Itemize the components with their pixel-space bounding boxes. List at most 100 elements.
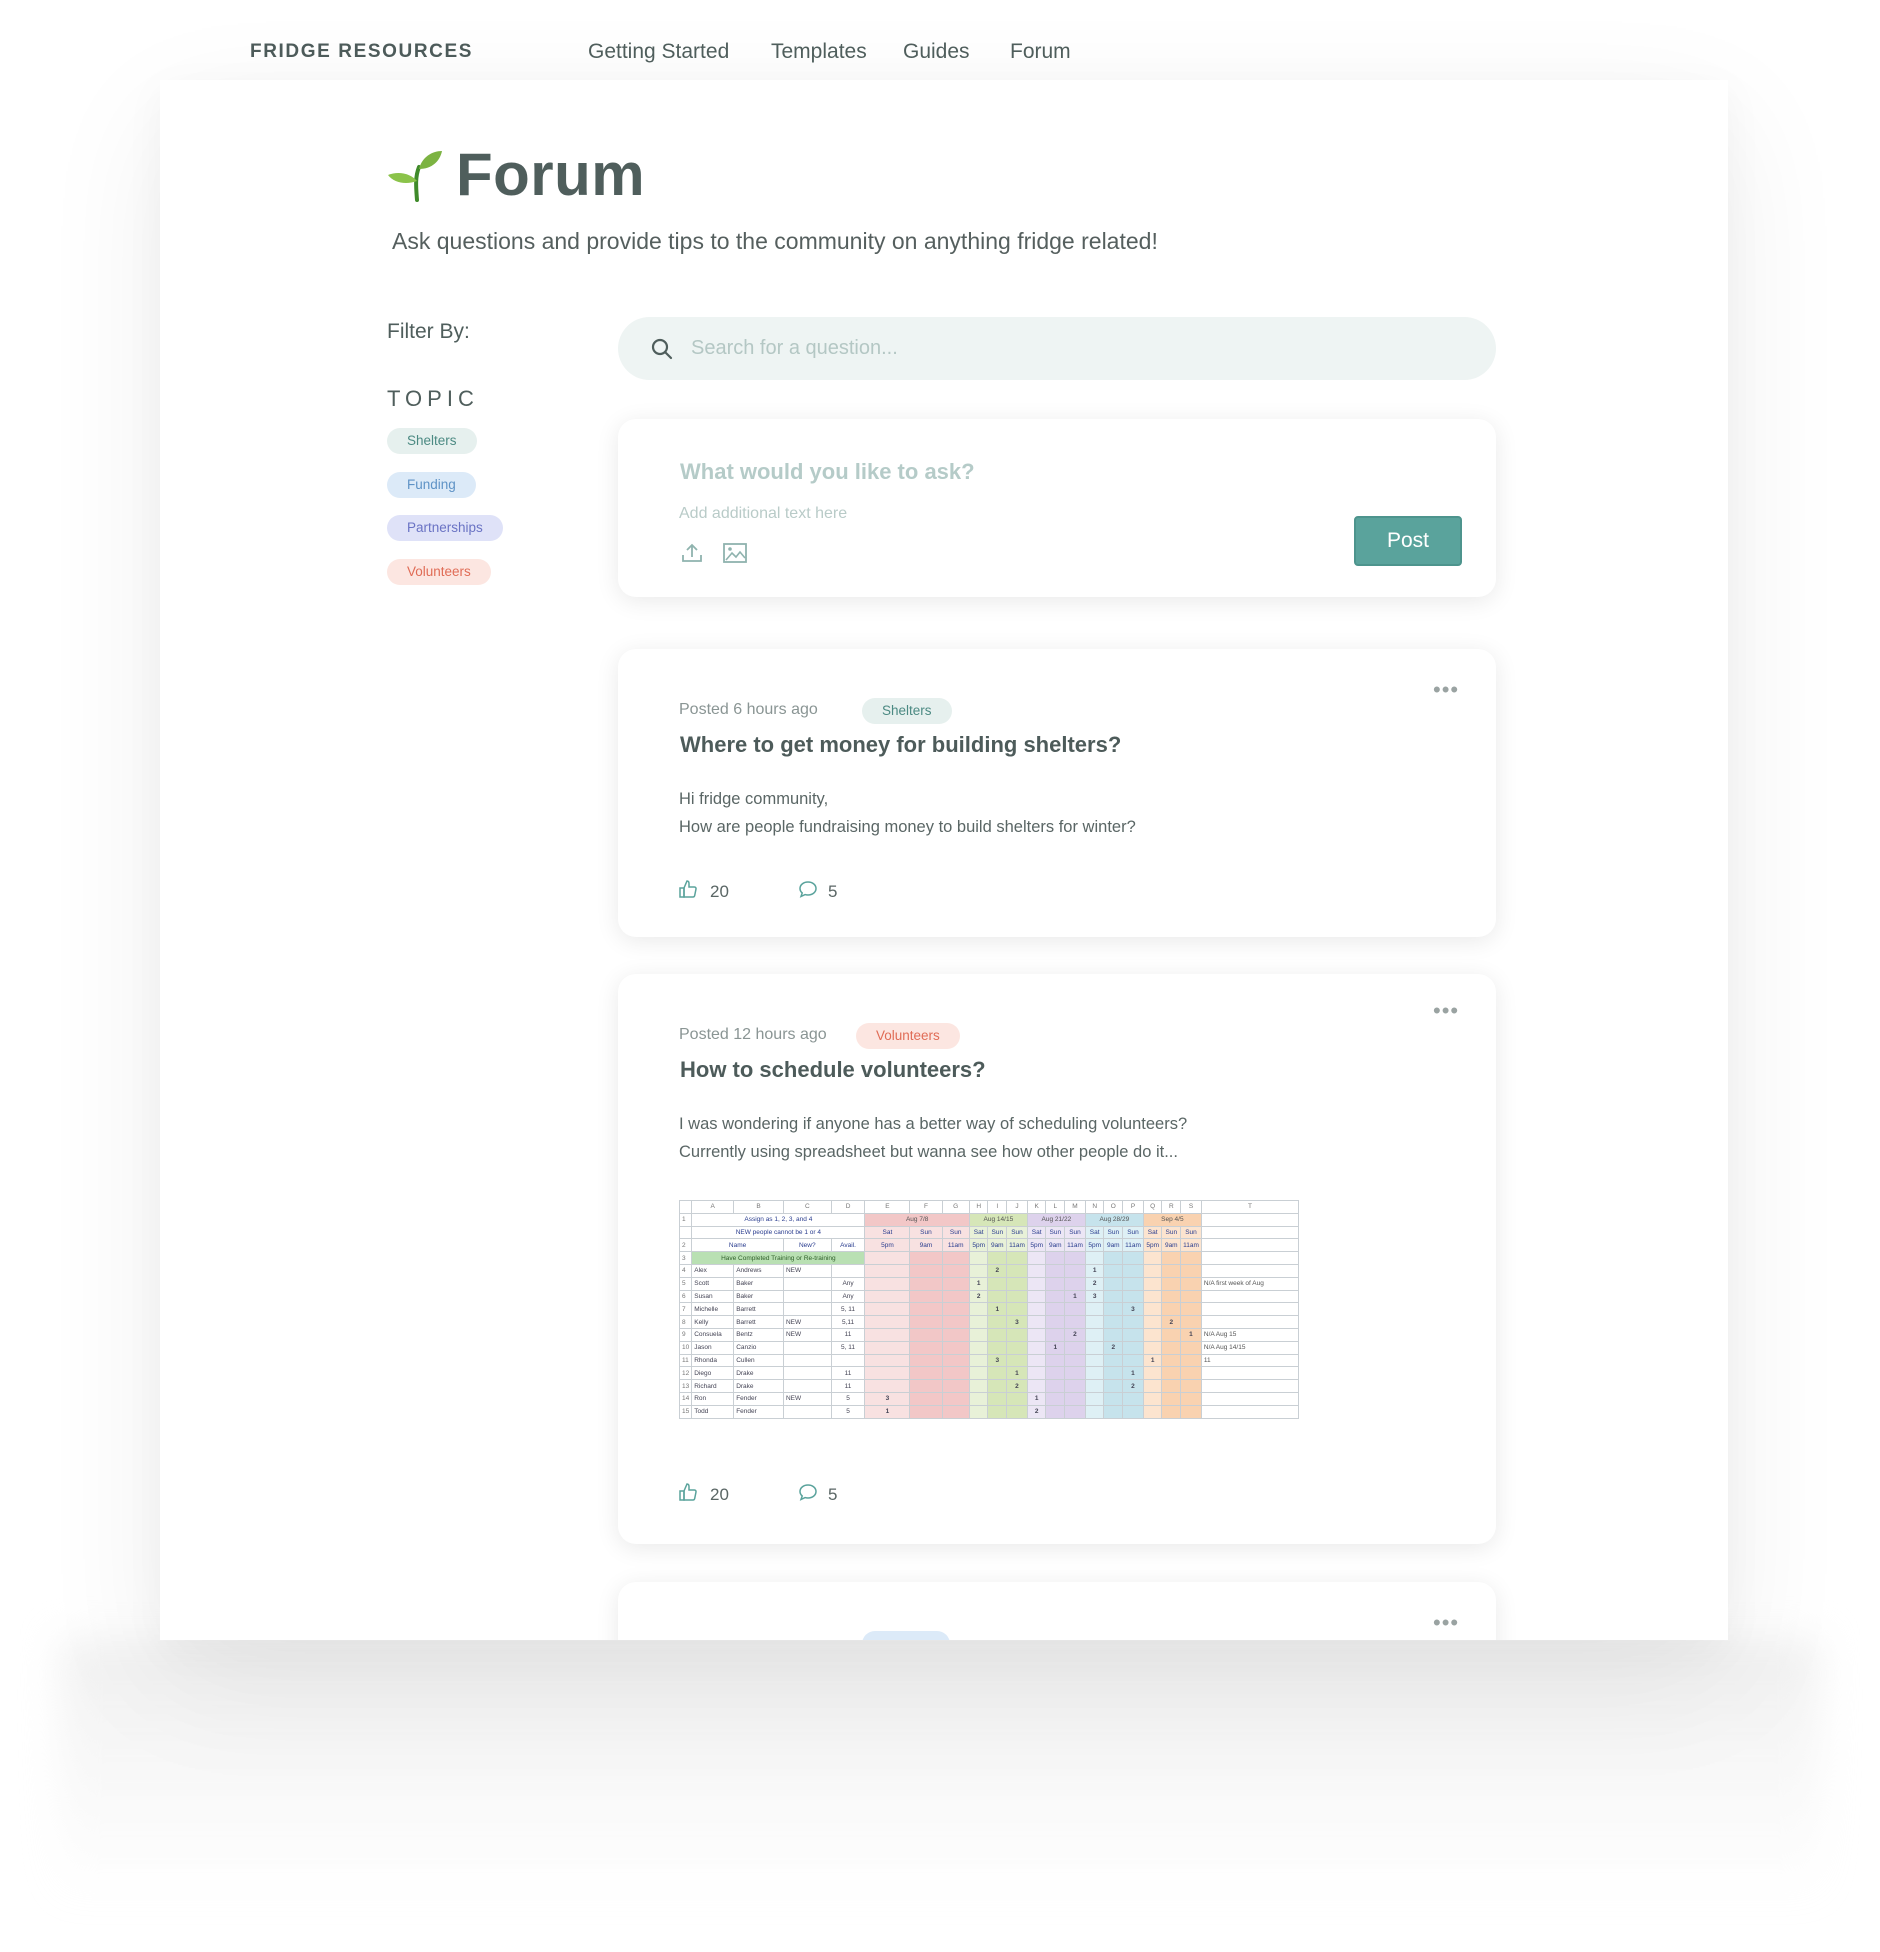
sheet-cell — [968, 1353, 989, 1368]
more-options-icon[interactable]: ••• — [1433, 677, 1459, 703]
image-icon[interactable] — [722, 541, 748, 570]
topic-chip-partnerships[interactable]: Partnerships — [387, 515, 503, 541]
sheet-cell — [1142, 1379, 1163, 1393]
sheet-cell: 9am — [1161, 1238, 1182, 1253]
sheet-cell: Baker — [733, 1276, 784, 1291]
sheet-row: 1 Assign as 1, 2, 3, and 4 Aug 7/8 Aug 14/1… — [679, 1212, 1299, 1227]
sheet-cell — [1084, 1366, 1105, 1381]
post-tag[interactable]: Shelters — [862, 698, 952, 724]
sheet-cell — [1103, 1251, 1124, 1265]
spreadsheet-image[interactable]: A B C D E F G H I J K L M N O P Q R S T 1 Assign as 1, 2, 3, … — [679, 1200, 1299, 1430]
chip-label: Shelters — [387, 428, 477, 454]
brand-logo[interactable]: FRIDGE RESOURCES — [250, 41, 473, 63]
page-shadow — [60, 1640, 1820, 1900]
sheet-cell — [1006, 1404, 1028, 1419]
sheet-cell — [1180, 1276, 1202, 1291]
question-title-input[interactable]: What would you like to ask? — [680, 459, 975, 485]
sheet-cell — [1180, 1404, 1202, 1419]
sheet-cell — [1084, 1379, 1105, 1393]
like-button[interactable]: 20 — [678, 879, 729, 904]
post-title[interactable]: How to schedule volunteers? — [680, 1057, 986, 1083]
main-content: Forum Ask questions and provide tips to … — [160, 80, 1728, 1640]
sheet-cell — [1103, 1379, 1124, 1393]
sheet-cell — [1200, 1238, 1299, 1253]
sheet-cell: Sun — [987, 1225, 1008, 1240]
sheet-cell — [941, 1263, 970, 1278]
comment-button[interactable]: 5 — [798, 1482, 837, 1507]
sheet-cell: Todd — [691, 1404, 735, 1419]
sheet-cell — [1122, 1315, 1144, 1329]
filter-label: Filter By: — [387, 320, 470, 343]
post-button[interactable]: Post — [1354, 516, 1462, 566]
sheet-cell: F — [909, 1200, 943, 1214]
sheet-cell: Sun — [941, 1225, 970, 1240]
sheet-cell: NEW people cannot be 1 or 4 — [691, 1225, 866, 1240]
topic-chip-funding[interactable]: Funding — [387, 472, 476, 498]
nav-templates[interactable]: Templates — [771, 40, 867, 64]
sheet-cell — [968, 1315, 989, 1329]
sheet-cell — [864, 1315, 911, 1329]
sheet-cell: Diego — [691, 1366, 735, 1381]
nav-guides[interactable]: Guides — [903, 40, 970, 64]
topic-chip-shelters[interactable]: Shelters — [387, 428, 477, 454]
sheet-cell — [1064, 1340, 1086, 1355]
sheet-cell: 2 — [1006, 1379, 1028, 1393]
sheet-cell — [1006, 1263, 1028, 1278]
more-options-icon[interactable]: ••• — [1433, 1610, 1459, 1636]
sheet-cell — [909, 1263, 943, 1278]
post-tag[interactable] — [862, 1631, 950, 1640]
sheet-cell: Have Completed Training or Re-training — [691, 1251, 866, 1265]
sheet-cell — [968, 1263, 989, 1278]
sheet-row: 10 Jason Canzio 5, 11 1 2 N/A Aug 14/15 — [679, 1340, 1299, 1355]
sheet-cell: 5,11 — [830, 1315, 866, 1329]
sheet-cell — [941, 1302, 970, 1317]
post-tag[interactable]: Volunteers — [856, 1023, 960, 1049]
topic-chip-volunteers[interactable]: Volunteers — [387, 559, 491, 585]
sheet-cell: Sep 4/5 — [1142, 1212, 1202, 1227]
sheet-cell: 1 — [987, 1302, 1008, 1317]
sheet-cell — [864, 1366, 911, 1381]
sheet-cell: Cullen — [733, 1353, 784, 1368]
nav-getting-started[interactable]: Getting Started — [588, 40, 729, 64]
comment-button[interactable]: 5 — [798, 879, 837, 904]
sheet-cell — [1142, 1263, 1163, 1278]
upload-icon[interactable] — [680, 541, 704, 570]
sheet-cell: Consuela — [691, 1327, 735, 1342]
sheet-cell — [941, 1366, 970, 1381]
sheet-cell: Drake — [733, 1366, 784, 1381]
sheet-cell — [909, 1404, 943, 1419]
post-body: I was wondering if anyone has a better w… — [679, 1110, 1187, 1166]
more-options-icon[interactable]: ••• — [1433, 998, 1459, 1024]
sheet-cell — [1045, 1366, 1066, 1381]
sheet-cell — [1084, 1251, 1105, 1265]
sheet-cell — [864, 1353, 911, 1368]
sheet-cell — [1180, 1379, 1202, 1393]
sheet-cell — [968, 1251, 989, 1265]
sheet-cell — [1103, 1391, 1124, 1406]
sheet-cell: 11 — [830, 1366, 866, 1381]
sheet-cell: 11 — [830, 1327, 866, 1342]
sheet-cell — [1161, 1379, 1182, 1393]
sheet-cell — [1026, 1366, 1047, 1381]
post-card: ••• — [618, 1582, 1496, 1640]
sheet-cell — [1200, 1404, 1299, 1419]
sheet-cell — [1045, 1289, 1066, 1304]
sheet-cell: 9am — [987, 1238, 1008, 1253]
sheet-cell — [1161, 1366, 1182, 1381]
sheet-cell — [1180, 1391, 1202, 1406]
post-title[interactable]: Where to get money for building shelters… — [680, 732, 1121, 758]
sheet-cell — [1064, 1404, 1086, 1419]
nav-forum[interactable]: Forum — [1010, 40, 1071, 64]
sheet-cell — [1142, 1315, 1163, 1329]
search-input[interactable] — [691, 317, 1451, 380]
sheet-cell: Ron — [691, 1391, 735, 1406]
sheet-cell: B — [733, 1200, 784, 1214]
sheet-cell — [864, 1276, 911, 1291]
sheet-cell: N — [1084, 1200, 1105, 1214]
sheet-cell: 1 — [1026, 1391, 1047, 1406]
like-button[interactable]: 20 — [678, 1482, 729, 1507]
question-text-input[interactable]: Add additional text here — [679, 505, 847, 523]
sheet-cell — [1103, 1289, 1124, 1304]
sheet-cell — [968, 1391, 989, 1406]
sheet-cell — [941, 1340, 970, 1355]
